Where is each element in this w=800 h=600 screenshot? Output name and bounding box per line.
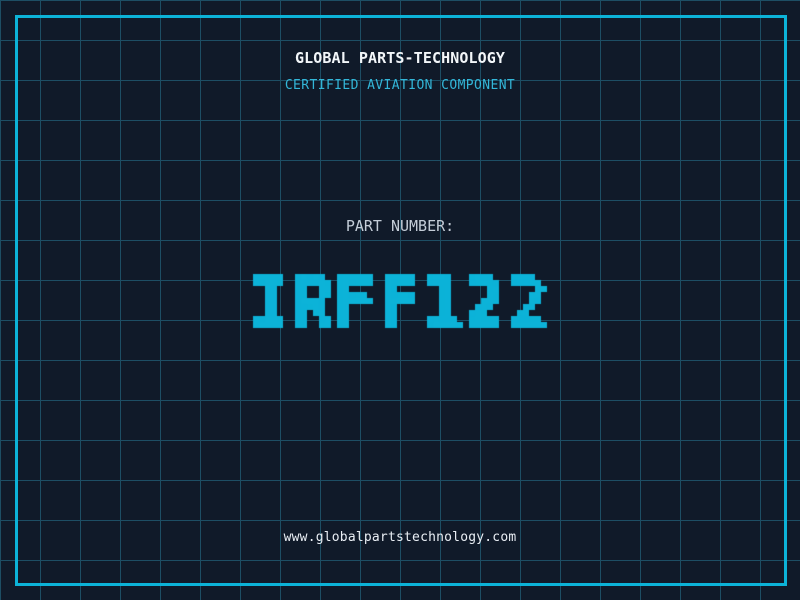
company-title: GLOBAL PARTS-TECHNOLOGY — [294, 49, 505, 67]
blueprint-page: GLOBAL PARTS-TECHNOLOGY CERTIFIED AVIATI… — [0, 0, 800, 600]
part-number-label: PART NUMBER: — [345, 217, 455, 235]
part-number-wrap — [0, 250, 800, 352]
certification-subtitle: CERTIFIED AVIATION COMPONENT — [284, 78, 516, 93]
part-number-display — [241, 250, 559, 352]
website-url: www.globalpartstechnology.com — [283, 530, 517, 545]
